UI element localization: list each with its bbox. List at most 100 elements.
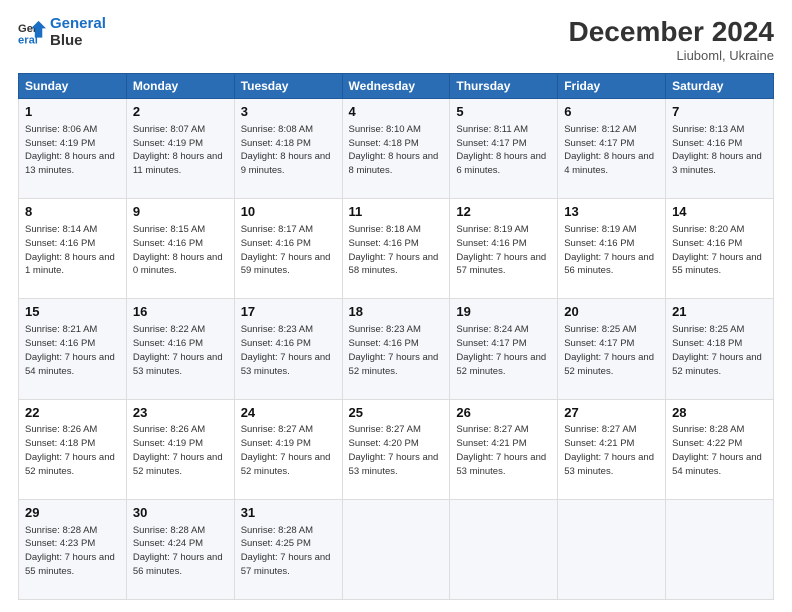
sunset-label: Sunset: 4:17 PM bbox=[456, 138, 526, 149]
col-wednesday: Wednesday bbox=[342, 74, 450, 99]
sunrise-label: Sunrise: 8:23 AM bbox=[349, 324, 421, 335]
sunrise-label: Sunrise: 8:08 AM bbox=[241, 124, 313, 135]
sunrise-label: Sunrise: 8:27 AM bbox=[349, 424, 421, 435]
sunset-label: Sunset: 4:16 PM bbox=[672, 138, 742, 149]
sunset-label: Sunset: 4:19 PM bbox=[25, 138, 95, 149]
day-number: 15 bbox=[25, 303, 120, 322]
sunrise-label: Sunrise: 8:26 AM bbox=[133, 424, 205, 435]
logo-icon: Gen eral bbox=[18, 19, 46, 47]
daylight-label: Daylight: 7 hours and 52 minutes. bbox=[349, 352, 439, 377]
calendar-cell bbox=[666, 499, 774, 599]
daylight-label: Daylight: 7 hours and 54 minutes. bbox=[25, 352, 115, 377]
sunset-label: Sunset: 4:25 PM bbox=[241, 538, 311, 549]
day-number: 30 bbox=[133, 504, 228, 523]
day-number: 8 bbox=[25, 203, 120, 222]
sunrise-label: Sunrise: 8:28 AM bbox=[133, 525, 205, 536]
day-number: 26 bbox=[456, 404, 551, 423]
calendar-cell: 14Sunrise: 8:20 AMSunset: 4:16 PMDayligh… bbox=[666, 199, 774, 299]
sunrise-label: Sunrise: 8:19 AM bbox=[564, 224, 636, 235]
calendar-cell: 7Sunrise: 8:13 AMSunset: 4:16 PMDaylight… bbox=[666, 99, 774, 199]
sunset-label: Sunset: 4:16 PM bbox=[25, 238, 95, 249]
weekday-header-row: Sunday Monday Tuesday Wednesday Thursday… bbox=[19, 74, 774, 99]
day-number: 16 bbox=[133, 303, 228, 322]
sunrise-label: Sunrise: 8:25 AM bbox=[672, 324, 744, 335]
col-monday: Monday bbox=[126, 74, 234, 99]
day-number: 28 bbox=[672, 404, 767, 423]
calendar-cell: 3 Sunrise: 8:08 AM Sunset: 4:18 PM Daylight… bbox=[234, 99, 342, 199]
day-number: 11 bbox=[349, 203, 444, 222]
sunset-label: Sunset: 4:16 PM bbox=[349, 338, 419, 349]
calendar-cell: 15Sunrise: 8:21 AMSunset: 4:16 PMDayligh… bbox=[19, 299, 127, 399]
daylight-label: Daylight: 7 hours and 53 minutes. bbox=[564, 452, 654, 477]
calendar-cell: 13Sunrise: 8:19 AMSunset: 4:16 PMDayligh… bbox=[558, 199, 666, 299]
daylight-label: Daylight: 7 hours and 54 minutes. bbox=[672, 452, 762, 477]
day-number: 27 bbox=[564, 404, 659, 423]
sunrise-label: Sunrise: 8:15 AM bbox=[133, 224, 205, 235]
daylight-label: Daylight: 7 hours and 52 minutes. bbox=[25, 452, 115, 477]
daylight-label: Daylight: 8 hours and 6 minutes. bbox=[456, 151, 546, 176]
calendar-cell: 11Sunrise: 8:18 AMSunset: 4:16 PMDayligh… bbox=[342, 199, 450, 299]
sunrise-label: Sunrise: 8:27 AM bbox=[456, 424, 528, 435]
sunset-label: Sunset: 4:18 PM bbox=[25, 438, 95, 449]
daylight-label: Daylight: 8 hours and 0 minutes. bbox=[133, 252, 223, 277]
sunset-label: Sunset: 4:16 PM bbox=[672, 238, 742, 249]
sunrise-label: Sunrise: 8:14 AM bbox=[25, 224, 97, 235]
daylight-label: Daylight: 7 hours and 53 minutes. bbox=[349, 452, 439, 477]
calendar-row: 8 Sunrise: 8:14 AM Sunset: 4:16 PM Daylight… bbox=[19, 199, 774, 299]
calendar-cell: 10Sunrise: 8:17 AMSunset: 4:16 PMDayligh… bbox=[234, 199, 342, 299]
location-subtitle: Liuboml, Ukraine bbox=[569, 48, 774, 63]
daylight-label: Daylight: 7 hours and 52 minutes. bbox=[241, 452, 331, 477]
day-number: 6 bbox=[564, 103, 659, 122]
sunrise-label: Sunrise: 8:27 AM bbox=[564, 424, 636, 435]
sunrise-label: Sunrise: 8:17 AM bbox=[241, 224, 313, 235]
calendar-cell: 24Sunrise: 8:27 AMSunset: 4:19 PMDayligh… bbox=[234, 399, 342, 499]
sunset-label: Sunset: 4:16 PM bbox=[25, 338, 95, 349]
calendar-page: Gen eral GeneralBlue December 2024 Liubo… bbox=[0, 0, 792, 612]
col-thursday: Thursday bbox=[450, 74, 558, 99]
sunset-label: Sunset: 4:16 PM bbox=[241, 238, 311, 249]
daylight-label: Daylight: 7 hours and 52 minutes. bbox=[456, 352, 546, 377]
sunset-label: Sunset: 4:18 PM bbox=[349, 138, 419, 149]
day-number: 25 bbox=[349, 404, 444, 423]
day-number: 14 bbox=[672, 203, 767, 222]
calendar-cell: 8 Sunrise: 8:14 AM Sunset: 4:16 PM Daylight… bbox=[19, 199, 127, 299]
sunset-label: Sunset: 4:20 PM bbox=[349, 438, 419, 449]
day-number: 7 bbox=[672, 103, 767, 122]
daylight-label: Daylight: 8 hours and 9 minutes. bbox=[241, 151, 331, 176]
col-saturday: Saturday bbox=[666, 74, 774, 99]
col-friday: Friday bbox=[558, 74, 666, 99]
calendar-cell: 20Sunrise: 8:25 AMSunset: 4:17 PMDayligh… bbox=[558, 299, 666, 399]
day-number: 4 bbox=[349, 103, 444, 122]
calendar-cell: 23Sunrise: 8:26 AMSunset: 4:19 PMDayligh… bbox=[126, 399, 234, 499]
sunrise-label: Sunrise: 8:06 AM bbox=[25, 124, 97, 135]
daylight-label: Daylight: 7 hours and 56 minutes. bbox=[564, 252, 654, 277]
sunset-label: Sunset: 4:18 PM bbox=[241, 138, 311, 149]
sunset-label: Sunset: 4:16 PM bbox=[241, 338, 311, 349]
day-number: 10 bbox=[241, 203, 336, 222]
calendar-cell: 5Sunrise: 8:11 AMSunset: 4:17 PMDaylight… bbox=[450, 99, 558, 199]
calendar-row: 29Sunrise: 8:28 AMSunset: 4:23 PMDayligh… bbox=[19, 499, 774, 599]
calendar-cell: 27Sunrise: 8:27 AM Sunset: 4:21 PM Dayligh… bbox=[558, 399, 666, 499]
month-title: December 2024 bbox=[569, 16, 774, 48]
day-number: 29 bbox=[25, 504, 120, 523]
day-number: 18 bbox=[349, 303, 444, 322]
day-number: 21 bbox=[672, 303, 767, 322]
daylight-label: Daylight: 8 hours and 8 minutes. bbox=[349, 151, 439, 176]
calendar-cell: 2Sunrise: 8:07 AMSunset: 4:19 PMDaylight… bbox=[126, 99, 234, 199]
daylight-label: Daylight: 7 hours and 55 minutes. bbox=[672, 252, 762, 277]
daylight-label: Daylight: 8 hours and 3 minutes. bbox=[672, 151, 762, 176]
sunset-label: Sunset: 4:17 PM bbox=[456, 338, 526, 349]
daylight-label: Daylight: 8 hours and 1 minute. bbox=[25, 252, 115, 277]
daylight-label: Daylight: 7 hours and 52 minutes. bbox=[564, 352, 654, 377]
sunrise-label: Sunrise: 8:12 AM bbox=[564, 124, 636, 135]
sunset-label: Sunset: 4:21 PM bbox=[564, 438, 634, 449]
title-block: December 2024 Liuboml, Ukraine bbox=[569, 16, 774, 63]
logo-text: GeneralBlue bbox=[50, 16, 106, 49]
calendar-cell bbox=[558, 499, 666, 599]
daylight-label: Daylight: 7 hours and 57 minutes. bbox=[241, 552, 331, 577]
calendar-cell: 18 Sunrise: 8:23 AM Sunset: 4:16 PM Dayligh… bbox=[342, 299, 450, 399]
day-number: 12 bbox=[456, 203, 551, 222]
day-number: 9 bbox=[133, 203, 228, 222]
day-number: 3 bbox=[241, 103, 336, 122]
sunrise-label: Sunrise: 8:26 AM bbox=[25, 424, 97, 435]
